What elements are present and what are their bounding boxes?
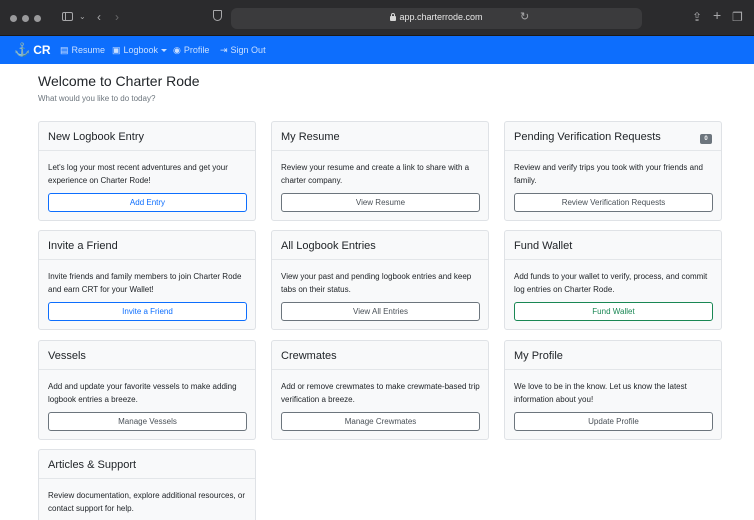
fund-wallet-button[interactable]: Fund Wallet	[514, 302, 713, 321]
brand-link[interactable]: ⚓ CR	[14, 42, 51, 58]
card-fund-wallet: Fund Wallet Add funds to your wallet to …	[504, 230, 722, 330]
card-divider	[272, 369, 488, 370]
card-title: My Resume	[281, 131, 340, 143]
book-icon: ▣	[112, 45, 121, 55]
add-entry-button[interactable]: Add Entry	[48, 193, 247, 212]
card-new-logbook-entry: New Logbook Entry Let's log your most re…	[38, 121, 256, 221]
tab-overview-icon[interactable]: ❐	[732, 10, 743, 24]
card-title: Crewmates	[281, 350, 337, 362]
back-arrow-icon[interactable]: ‹	[97, 10, 101, 24]
view-all-entries-button[interactable]: View All Entries	[281, 302, 480, 321]
nav-item-logbook[interactable]: ▣ Logbook	[112, 45, 168, 56]
card-divider	[39, 259, 255, 260]
card-text: Add or remove crewmates to make crewmate…	[281, 382, 480, 404]
close-window-button[interactable]	[10, 15, 17, 22]
card-text: We love to be in the know. Let us know t…	[514, 382, 687, 404]
privacy-shield-icon[interactable]	[213, 10, 222, 21]
card-text: Invite friends and family members to joi…	[48, 272, 242, 294]
card-articles-support: Articles & Support Review documentation,…	[38, 449, 256, 520]
nav-item-resume[interactable]: ▤ Resume	[60, 45, 105, 56]
card-divider	[39, 478, 255, 479]
nav-item-label: Logbook	[123, 45, 159, 55]
invite-friend-button[interactable]: Invite a Friend	[48, 302, 247, 321]
card-my-profile: My Profile We love to be in the know. Le…	[504, 340, 722, 440]
sidebar-toggle-icon[interactable]	[62, 12, 73, 21]
share-icon[interactable]: ⇪	[692, 10, 702, 24]
card-invite-friend: Invite a Friend Invite friends and famil…	[38, 230, 256, 330]
user-circle-icon: ◉	[173, 45, 181, 55]
card-text: Add funds to your wallet to verify, proc…	[514, 272, 708, 294]
card-divider	[39, 150, 255, 151]
card-title: My Profile	[514, 350, 563, 362]
card-text: Add and update your favorite vessels to …	[48, 382, 237, 404]
manage-crewmates-button[interactable]: Manage Crewmates	[281, 412, 480, 431]
browser-toolbar: ⌄ ‹ › app.charterrode.com ↻ ⇪ + ❐	[0, 0, 754, 36]
card-title: Vessels	[48, 350, 86, 362]
forward-arrow-icon[interactable]: ›	[115, 10, 119, 24]
card-title: All Logbook Entries	[281, 240, 376, 252]
address-bar[interactable]: app.charterrode.com	[231, 8, 642, 29]
card-text: View your past and pending logbook entri…	[281, 272, 472, 294]
page-title: Welcome to Charter Rode	[38, 73, 200, 89]
card-pending-verification: Pending Verification Requests 0 Review a…	[504, 121, 722, 221]
url-text: app.charterrode.com	[399, 12, 483, 22]
nav-item-profile[interactable]: ◉ Profile	[173, 45, 209, 56]
card-divider	[272, 150, 488, 151]
card-title: Fund Wallet	[514, 240, 573, 252]
card-divider	[272, 259, 488, 260]
card-title: Pending Verification Requests	[514, 131, 661, 143]
card-divider	[505, 259, 721, 260]
nav-item-label: Profile	[183, 45, 210, 55]
card-title: New Logbook Entry	[48, 131, 144, 143]
card-text: Review and verify trips you took with yo…	[514, 163, 703, 185]
nav-item-label: Sign Out	[230, 45, 266, 55]
manage-vessels-button[interactable]: Manage Vessels	[48, 412, 247, 431]
card-divider	[505, 369, 721, 370]
card-title: Articles & Support	[48, 459, 137, 471]
zoom-window-button[interactable]	[34, 15, 41, 22]
sign-out-icon: ⇥	[220, 45, 228, 55]
minimize-window-button[interactable]	[22, 15, 29, 22]
card-divider	[505, 150, 721, 151]
anchor-icon: ⚓	[14, 42, 31, 57]
brand-label: CR	[33, 43, 51, 57]
card-divider	[39, 369, 255, 370]
card-text: Let's log your most recent adventures an…	[48, 163, 228, 185]
caret-down-icon	[161, 49, 168, 52]
nav-item-label: Resume	[71, 45, 106, 55]
card-text: Review your resume and create a link to …	[281, 163, 470, 185]
lock-icon	[390, 13, 397, 21]
document-icon: ▤	[60, 45, 69, 55]
card-text: Review documentation, explore additional…	[48, 491, 245, 513]
card-all-logbook-entries: All Logbook Entries View your past and p…	[271, 230, 489, 330]
nav-item-sign-out[interactable]: ⇥ Sign Out	[220, 45, 266, 56]
page-subtitle: What would you like to do today?	[38, 94, 156, 103]
view-resume-button[interactable]: View Resume	[281, 193, 480, 212]
chevron-down-icon[interactable]: ⌄	[79, 10, 86, 24]
update-profile-button[interactable]: Update Profile	[514, 412, 713, 431]
app-navbar: ⚓ CR ▤ Resume ▣ Logbook ◉ Profile ⇥ Sign Out	[0, 36, 754, 64]
reload-icon[interactable]: ↻	[520, 10, 529, 23]
card-crewmates: Crewmates Add or remove crewmates to mak…	[271, 340, 489, 440]
card-vessels: Vessels Add and update your favorite ves…	[38, 340, 256, 440]
review-verification-requests-button[interactable]: Review Verification Requests	[514, 193, 713, 212]
new-tab-icon[interactable]: +	[713, 8, 721, 22]
card-my-resume: My Resume Review your resume and create …	[271, 121, 489, 221]
card-title: Invite a Friend	[48, 240, 118, 252]
pending-count-badge: 0	[700, 134, 712, 144]
